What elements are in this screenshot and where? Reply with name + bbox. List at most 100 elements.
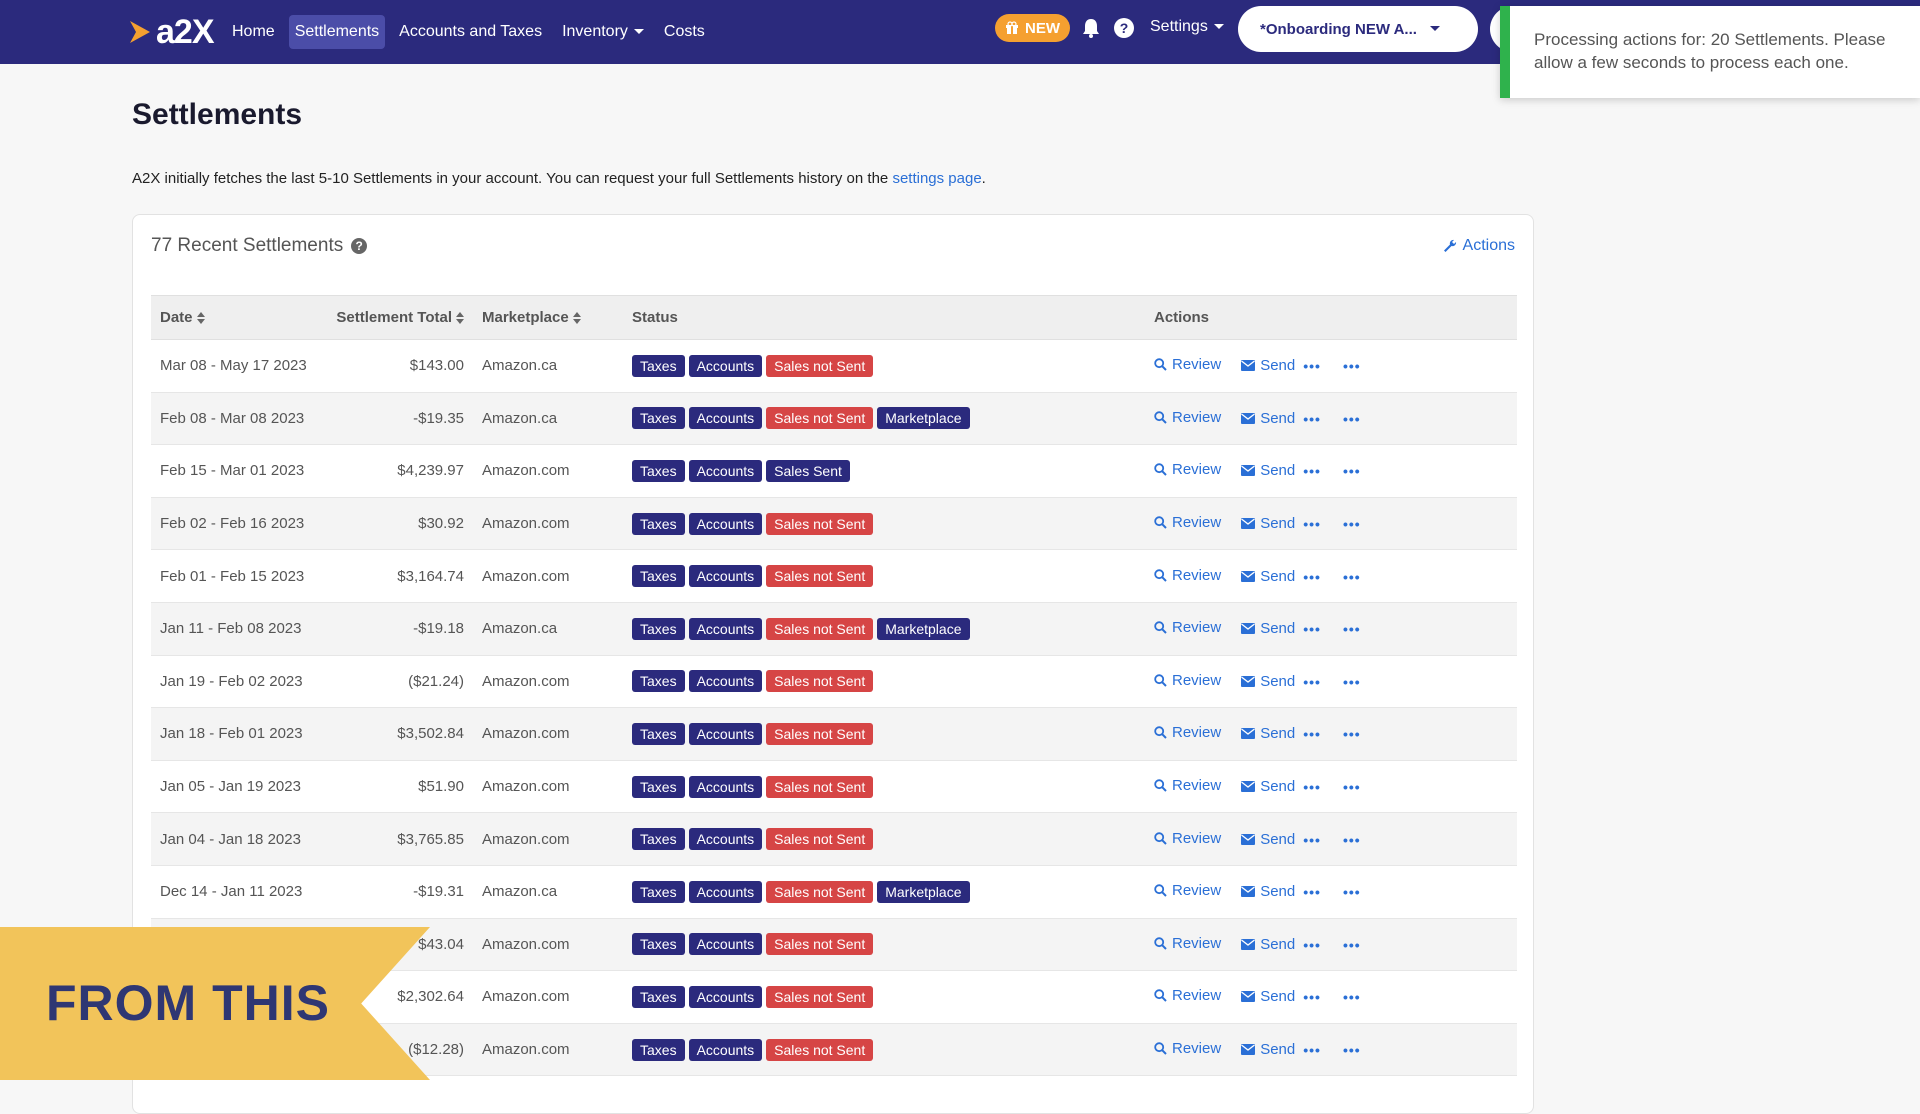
send-options-ellipsis-icon[interactable]: •••	[1303, 989, 1321, 1005]
status-badge-taxes[interactable]: Taxes	[632, 407, 685, 430]
status-badge-sales-not-sent[interactable]: Sales not Sent	[766, 828, 874, 851]
column-header-date[interactable]: Date	[151, 295, 323, 340]
send-button[interactable]: Send	[1241, 778, 1295, 795]
send-button[interactable]: Send	[1241, 568, 1295, 585]
review-button[interactable]: Review	[1154, 724, 1221, 741]
send-options-ellipsis-icon[interactable]: •••	[1303, 726, 1321, 742]
status-badge-accounts[interactable]: Accounts	[688, 512, 763, 535]
table-row[interactable]: Dec 14 - Jan 11 2023 -$19.31 Amazon.ca Taxe…	[151, 865, 1517, 919]
more-options-ellipsis-icon[interactable]: •••	[1343, 411, 1361, 427]
status-badge-accounts[interactable]: Accounts	[688, 670, 763, 693]
send-button[interactable]: Send	[1241, 725, 1295, 742]
organization-selector[interactable]: *Onboarding NEW A...	[1238, 6, 1478, 52]
send-options-ellipsis-icon[interactable]: •••	[1303, 779, 1321, 795]
nav-link-settlements[interactable]: Settlements	[288, 15, 386, 49]
a2x-logo[interactable]: a2X	[130, 12, 226, 52]
review-button[interactable]: Review	[1154, 935, 1221, 952]
question-circle-icon[interactable]: ?	[351, 238, 368, 254]
send-options-ellipsis-icon[interactable]: •••	[1303, 411, 1321, 427]
review-button[interactable]: Review	[1154, 830, 1221, 847]
status-badge-accounts[interactable]: Accounts	[688, 354, 763, 377]
nav-link-accounts-and-taxes[interactable]: Accounts and Taxes	[393, 15, 548, 49]
status-badge-accounts[interactable]: Accounts	[688, 933, 763, 956]
status-badge-taxes[interactable]: Taxes	[632, 459, 685, 482]
table-row[interactable]: Jan 11 - Feb 08 2023 -$19.18 Amazon.ca Taxe…	[151, 602, 1517, 656]
column-header-settlement-total[interactable]: Settlement Total	[323, 295, 473, 340]
table-row[interactable]: Jan 05 - Jan 19 2023 $51.90 Amazon.com Taxe…	[151, 760, 1517, 813]
table-row[interactable]: Jan 19 - Feb 02 2023 ($21.24) Amazon.com Ta…	[151, 655, 1517, 708]
send-options-ellipsis-icon[interactable]: •••	[1303, 569, 1321, 585]
send-button[interactable]: Send	[1241, 357, 1295, 374]
review-button[interactable]: Review	[1154, 567, 1221, 584]
status-badge-marketplace[interactable]: Marketplace	[877, 617, 970, 640]
more-options-ellipsis-icon[interactable]: •••	[1343, 621, 1361, 637]
status-badge-accounts[interactable]: Accounts	[688, 722, 763, 745]
send-options-ellipsis-icon[interactable]: •••	[1303, 1042, 1321, 1058]
question-circle-icon[interactable]: ?	[1114, 18, 1134, 38]
review-button[interactable]: Review	[1154, 777, 1221, 794]
status-badge-sales-not-sent[interactable]: Sales not Sent	[766, 1038, 874, 1061]
more-options-ellipsis-icon[interactable]: •••	[1343, 569, 1361, 585]
review-button[interactable]: Review	[1154, 672, 1221, 689]
status-badge-marketplace[interactable]: Marketplace	[877, 407, 970, 430]
more-options-ellipsis-icon[interactable]: •••	[1343, 937, 1361, 953]
status-badge-accounts[interactable]: Accounts	[688, 828, 763, 851]
review-button[interactable]: Review	[1154, 882, 1221, 899]
status-badge-taxes[interactable]: Taxes	[632, 354, 685, 377]
review-button[interactable]: Review	[1154, 1040, 1221, 1057]
status-badge-sales-not-sent[interactable]: Sales not Sent	[766, 985, 874, 1008]
send-button[interactable]: Send	[1241, 515, 1295, 532]
status-badge-accounts[interactable]: Accounts	[688, 407, 763, 430]
status-badge-taxes[interactable]: Taxes	[632, 828, 685, 851]
review-button[interactable]: Review	[1154, 461, 1221, 478]
status-badge-taxes[interactable]: Taxes	[632, 722, 685, 745]
status-badge-accounts[interactable]: Accounts	[688, 565, 763, 588]
status-badge-sales-not-sent[interactable]: Sales not Sent	[766, 565, 874, 588]
table-row[interactable]: Feb 01 - Feb 15 2023 $3,164.74 Amazon.com T…	[151, 550, 1517, 603]
more-options-ellipsis-icon[interactable]: •••	[1343, 516, 1361, 532]
table-row[interactable]: Mar 08 - May 17 2023 $143.00 Amazon.ca Taxe…	[151, 340, 1517, 393]
status-badge-accounts[interactable]: Accounts	[688, 775, 763, 798]
review-button[interactable]: Review	[1154, 619, 1221, 636]
status-badge-sales-sent[interactable]: Sales Sent	[766, 459, 850, 482]
settings-menu[interactable]: Settings	[1150, 18, 1224, 36]
review-button[interactable]: Review	[1154, 356, 1221, 373]
review-button[interactable]: Review	[1154, 409, 1221, 426]
status-badge-taxes[interactable]: Taxes	[632, 933, 685, 956]
status-badge-accounts[interactable]: Accounts	[688, 1038, 763, 1061]
status-badge-sales-not-sent[interactable]: Sales not Sent	[766, 354, 874, 377]
send-options-ellipsis-icon[interactable]: •••	[1303, 937, 1321, 953]
send-button[interactable]: Send	[1241, 620, 1295, 637]
more-options-ellipsis-icon[interactable]: •••	[1343, 779, 1361, 795]
status-badge-taxes[interactable]: Taxes	[632, 670, 685, 693]
more-options-ellipsis-icon[interactable]: •••	[1343, 832, 1361, 848]
review-button[interactable]: Review	[1154, 987, 1221, 1004]
bell-icon[interactable]	[1082, 18, 1100, 38]
send-button[interactable]: Send	[1241, 988, 1295, 1005]
column-header-marketplace[interactable]: Marketplace	[473, 295, 623, 340]
more-options-ellipsis-icon[interactable]: •••	[1343, 989, 1361, 1005]
send-options-ellipsis-icon[interactable]: •••	[1303, 516, 1321, 532]
more-options-ellipsis-icon[interactable]: •••	[1343, 463, 1361, 479]
status-badge-taxes[interactable]: Taxes	[632, 512, 685, 535]
table-row[interactable]: Jan 18 - Feb 01 2023 $3,502.84 Amazon.com T…	[151, 707, 1517, 761]
settings-page-link[interactable]: settings page	[892, 170, 981, 187]
status-badge-taxes[interactable]: Taxes	[632, 1038, 685, 1061]
bulk-actions-button[interactable]: Actions	[1443, 237, 1515, 255]
send-options-ellipsis-icon[interactable]: •••	[1303, 832, 1321, 848]
more-options-ellipsis-icon[interactable]: •••	[1343, 674, 1361, 690]
status-badge-accounts[interactable]: Accounts	[688, 459, 763, 482]
status-badge-accounts[interactable]: Accounts	[688, 617, 763, 640]
table-row[interactable]: Feb 15 - Mar 01 2023 $4,239.97 Amazon.com T…	[151, 445, 1517, 498]
status-badge-sales-not-sent[interactable]: Sales not Sent	[766, 617, 874, 640]
send-options-ellipsis-icon[interactable]: •••	[1303, 884, 1321, 900]
status-badge-sales-not-sent[interactable]: Sales not Sent	[766, 880, 874, 903]
status-badge-taxes[interactable]: Taxes	[632, 617, 685, 640]
status-badge-sales-not-sent[interactable]: Sales not Sent	[766, 722, 874, 745]
whats-new-button[interactable]: NEW	[995, 14, 1070, 42]
send-options-ellipsis-icon[interactable]: •••	[1303, 358, 1321, 374]
status-badge-accounts[interactable]: Accounts	[688, 985, 763, 1008]
table-row[interactable]: Jan 04 - Jan 18 2023 $3,765.85 Amazon.com T…	[151, 812, 1517, 866]
send-options-ellipsis-icon[interactable]: •••	[1303, 463, 1321, 479]
status-badge-accounts[interactable]: Accounts	[688, 880, 763, 903]
